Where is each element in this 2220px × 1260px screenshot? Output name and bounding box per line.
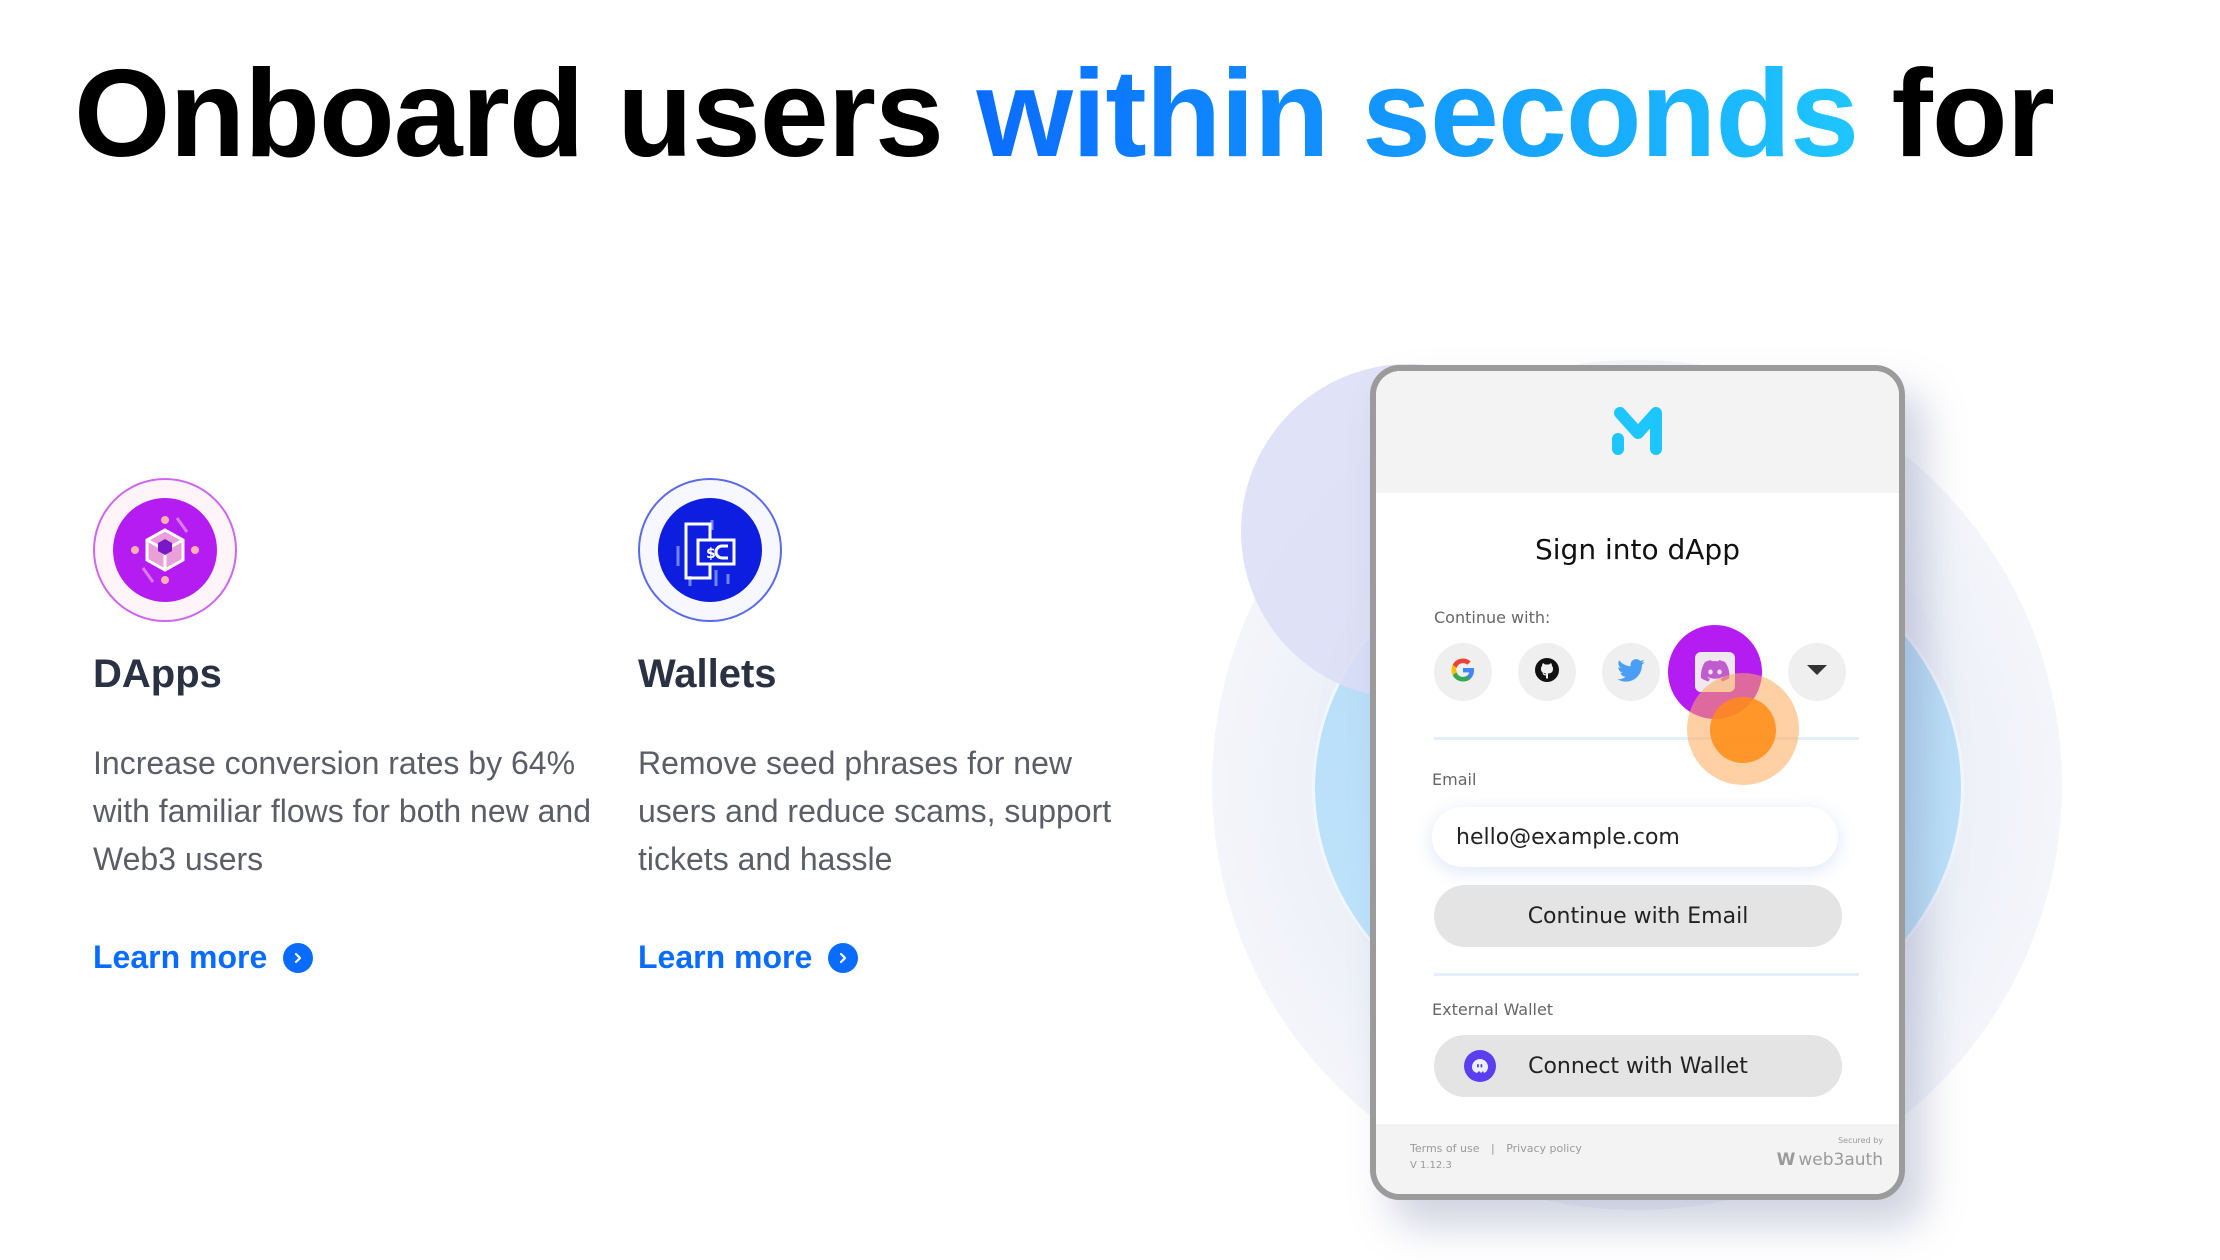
footer-separator: | <box>1490 1142 1495 1155</box>
feature-title: DApps <box>93 652 222 696</box>
phantom-wallet-icon <box>1464 1050 1496 1082</box>
continue-with-label: Continue with: <box>1434 608 1551 627</box>
version-label: V 1.12.3 <box>1410 1160 1452 1171</box>
modal-footer: Terms of use | Privacy policy V 1.12.3 S… <box>1376 1124 1899 1194</box>
learn-more-label: Learn more <box>638 939 813 975</box>
login-modal: Sign into dApp Continue with: Email hell… <box>1370 365 1905 1200</box>
learn-more-link[interactable]: Learn more <box>638 939 859 976</box>
continue-with-email-button[interactable]: Continue with Email <box>1434 885 1842 947</box>
email-input[interactable] <box>1432 807 1838 867</box>
learn-more-link[interactable]: Learn more <box>93 939 314 976</box>
terms-of-use-link[interactable]: Terms of use <box>1410 1142 1479 1155</box>
google-login-button[interactable] <box>1434 643 1492 701</box>
email-label: Email <box>1432 770 1477 789</box>
social-login-row <box>1434 625 1899 785</box>
github-login-button[interactable] <box>1518 643 1576 701</box>
svg-text:$: $ <box>706 546 716 562</box>
connect-with-wallet-label: Connect with Wallet <box>1528 1053 1748 1079</box>
web3auth-brand-text: web3auth <box>1798 1150 1883 1170</box>
google-icon <box>1448 655 1478 690</box>
twitter-icon <box>1616 655 1646 690</box>
connect-with-wallet-button[interactable]: Connect with Wallet <box>1434 1035 1842 1097</box>
hero-title-accent: within seconds <box>976 45 1859 183</box>
feature-description: Remove seed phrases for new users and re… <box>638 745 1112 877</box>
chevron-right-icon <box>828 942 859 973</box>
web3auth-logo-icon: W <box>1776 1150 1796 1170</box>
divider <box>1434 973 1859 976</box>
privacy-policy-link[interactable]: Privacy policy <box>1506 1142 1582 1155</box>
github-icon <box>1532 655 1562 690</box>
wallet-icon: $ <box>638 478 782 622</box>
twitter-login-button[interactable] <box>1602 643 1660 701</box>
feature-dapps: DApps Increase conversion rates by 64% w… <box>93 478 613 976</box>
feature-description: Increase conversion rates by 64% with fa… <box>93 745 591 877</box>
modal-title: Sign into dApp <box>1535 533 1740 566</box>
learn-more-label: Learn more <box>93 939 268 975</box>
hero-title: Onboard users within seconds for <box>74 45 2055 183</box>
feature-wallets: $ Wallets Remove seed phrases for new us… <box>638 478 1158 976</box>
tap-indicator-inner <box>1710 697 1776 763</box>
chevron-down-icon <box>1805 662 1829 683</box>
hero-title-part1: Onboard users <box>74 45 977 183</box>
chevron-right-icon <box>283 942 314 973</box>
web3auth-brand: Wweb3auth <box>1777 1150 1883 1170</box>
more-providers-button[interactable] <box>1788 643 1846 701</box>
secured-by-label: Secured by <box>1838 1136 1883 1145</box>
hero-title-part2: for <box>1858 45 2055 183</box>
cube-icon <box>93 478 237 622</box>
external-wallet-label: External Wallet <box>1432 1000 1554 1019</box>
feature-title: Wallets <box>638 652 777 696</box>
modal-header <box>1376 371 1899 493</box>
m-logo-icon <box>1610 405 1666 460</box>
